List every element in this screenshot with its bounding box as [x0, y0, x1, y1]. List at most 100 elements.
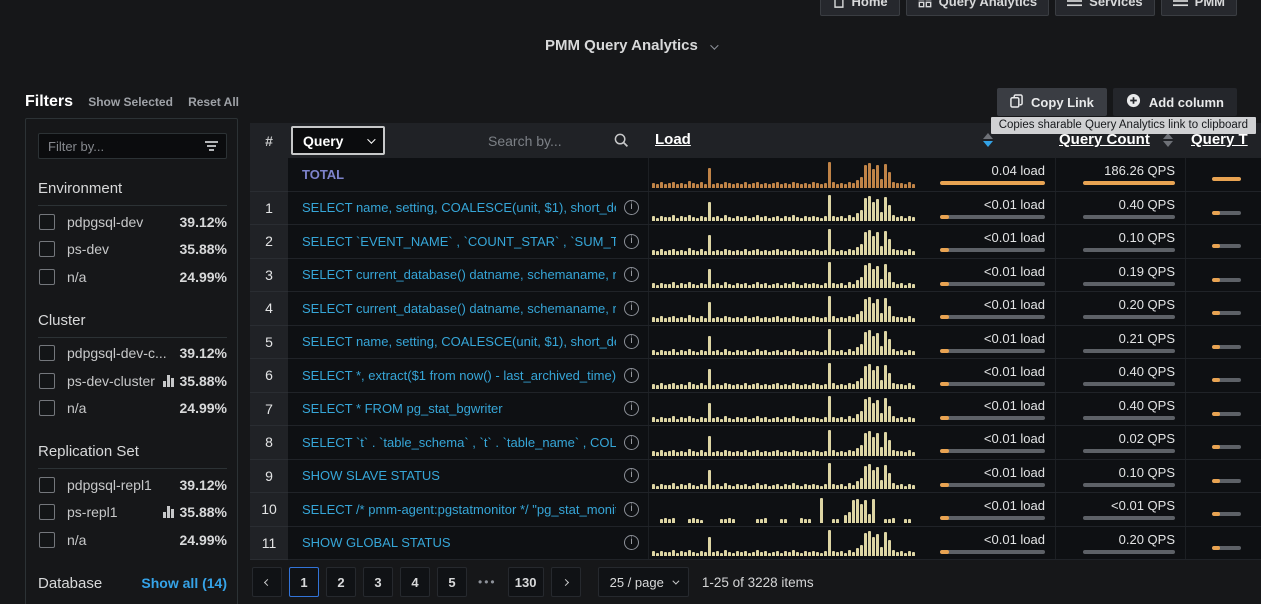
nav-services-button[interactable]: Services — [1055, 0, 1155, 16]
filter-checkbox[interactable] — [39, 241, 55, 257]
table-search-input[interactable] — [488, 127, 608, 154]
query-text[interactable]: SELECT /* pmm-agent:pgstatmonitor */ "pg… — [302, 502, 616, 517]
filter-item-label[interactable]: ps-dev — [67, 241, 180, 257]
filter-checkbox[interactable] — [39, 400, 55, 416]
chevron-down-icon[interactable] — [710, 41, 718, 49]
sparkline-bar — [740, 251, 743, 255]
page-button[interactable]: 2 — [326, 567, 356, 597]
query-text[interactable]: SELECT *, extract($1 from now() - last_a… — [302, 368, 616, 383]
query-text[interactable]: SHOW SLAVE STATUS — [302, 468, 616, 483]
sparkline-bar — [680, 350, 683, 355]
filter-checkbox[interactable] — [39, 269, 55, 285]
sparkline-bar — [808, 284, 811, 288]
sparkline-bar — [768, 486, 771, 489]
query-time-meter-fill — [1212, 244, 1220, 248]
query-time-cell — [1185, 326, 1261, 359]
info-icon[interactable]: i — [624, 435, 639, 450]
page-button[interactable]: 1 — [289, 567, 319, 597]
sparkline-bar — [700, 383, 703, 388]
info-icon[interactable]: i — [624, 200, 639, 215]
filter-item-label[interactable]: n/a — [67, 400, 180, 416]
sparkline-bar — [696, 251, 699, 254]
filter-item-label[interactable]: n/a — [67, 269, 180, 285]
sparkline-bar — [712, 318, 715, 322]
nav-home-button[interactable]: Home — [820, 0, 900, 16]
filter-checkbox[interactable] — [39, 477, 55, 493]
show-selected-link[interactable]: Show Selected — [88, 95, 173, 109]
info-icon[interactable]: i — [624, 368, 639, 383]
info-icon[interactable]: i — [624, 502, 639, 517]
filter-search-input[interactable] — [38, 133, 227, 159]
filter-item-label[interactable]: n/a — [67, 532, 180, 548]
reset-all-link[interactable]: Reset All — [188, 95, 239, 109]
sparkline-bar — [728, 351, 731, 355]
last-page-button[interactable]: 130 — [508, 567, 544, 597]
page-button[interactable]: 3 — [363, 567, 393, 597]
show-all-link[interactable]: Show all (14) — [141, 575, 227, 591]
query-dimension-dropdown[interactable]: Query — [291, 126, 385, 155]
sparkline-bar — [752, 384, 755, 388]
chart-icon[interactable] — [163, 506, 174, 518]
sparkline-bar — [740, 485, 743, 489]
page-size-select[interactable]: 25 / page — [598, 567, 689, 597]
query-text[interactable]: SELECT name, setting, COALESCE(unit, $1)… — [302, 200, 616, 215]
query-text[interactable]: SELECT `EVENT_NAME` , `COUNT_STAR` , `SU… — [302, 234, 616, 249]
filter-checkbox[interactable] — [39, 345, 55, 361]
sparkline-bar — [796, 183, 799, 187]
info-icon[interactable]: i — [624, 267, 639, 282]
filter-item-label[interactable]: ps-repl1 — [67, 504, 163, 520]
filter-checkbox[interactable] — [39, 373, 55, 389]
filter-item-label[interactable]: ps-dev-cluster — [67, 373, 163, 389]
info-icon[interactable]: i — [624, 468, 639, 483]
query-count-sort-control[interactable] — [1163, 133, 1173, 147]
query-text[interactable]: SELECT * FROM pg_stat_bgwriter — [302, 401, 616, 416]
query-text[interactable]: TOTAL — [302, 167, 639, 182]
sparkline-bar — [804, 551, 807, 556]
prev-page-button[interactable] — [252, 567, 282, 597]
sparkline-bar — [752, 217, 755, 221]
search-icon[interactable] — [614, 133, 629, 153]
sparkline-bar — [824, 451, 827, 456]
info-icon[interactable]: i — [624, 401, 639, 416]
page-button[interactable]: 5 — [437, 567, 467, 597]
load-column-header[interactable]: Load — [655, 131, 691, 148]
filter-item-label[interactable]: pdpgsql-dev — [67, 214, 180, 230]
nav-pmm-button[interactable]: PMM — [1161, 0, 1237, 16]
filter-item-percent: 24.99% — [180, 400, 227, 416]
query-text[interactable]: SELECT name, setting, COALESCE(unit, $1)… — [302, 334, 616, 349]
sparkline-bar — [700, 316, 703, 321]
query-text[interactable]: SELECT current_database() datname, schem… — [302, 301, 616, 316]
filter-checkbox[interactable] — [39, 214, 55, 230]
sparkline-bar — [688, 282, 691, 288]
chart-icon[interactable] — [163, 375, 174, 387]
info-icon[interactable]: i — [624, 301, 639, 316]
info-icon[interactable]: i — [624, 535, 639, 550]
sparkline-bar — [828, 463, 831, 489]
info-icon[interactable]: i — [624, 334, 639, 349]
sparkline-bar — [740, 217, 743, 221]
load-sort-control[interactable] — [983, 133, 993, 147]
filter-item-label[interactable]: pdpgsql-dev-c... — [67, 345, 180, 361]
filter-item-label[interactable]: pdpgsql-repl1 — [67, 477, 180, 493]
nav-query-analytics-button[interactable]: Query Analytics — [906, 0, 1050, 16]
next-page-button[interactable] — [551, 567, 581, 597]
sparkline-bar — [716, 216, 719, 221]
info-icon[interactable]: i — [624, 234, 639, 249]
sparkline-bar — [748, 385, 751, 388]
sparkline-bar — [660, 182, 663, 187]
page-button[interactable]: 4 — [400, 567, 430, 597]
sparkline-bar — [656, 251, 659, 254]
copy-link-button[interactable]: Copy Link — [997, 88, 1107, 116]
filter-checkbox[interactable] — [39, 504, 55, 520]
sparkline-bar — [900, 250, 903, 255]
sparkline-bar — [884, 465, 887, 489]
page-title-text[interactable]: PMM Query Analytics — [545, 37, 698, 54]
query-text[interactable]: SELECT `t` . `table_schema` , `t` . `tab… — [302, 435, 616, 450]
query-text[interactable]: SHOW GLOBAL STATUS — [302, 535, 616, 550]
row-index: 11 — [250, 527, 288, 561]
load-value-block: <0.01 load — [940, 331, 1045, 353]
query-text[interactable]: SELECT current_database() datname, schem… — [302, 267, 616, 282]
add-column-button[interactable]: Add column — [1113, 88, 1237, 116]
filter-checkbox[interactable] — [39, 532, 55, 548]
sparkline-bar — [908, 316, 911, 321]
